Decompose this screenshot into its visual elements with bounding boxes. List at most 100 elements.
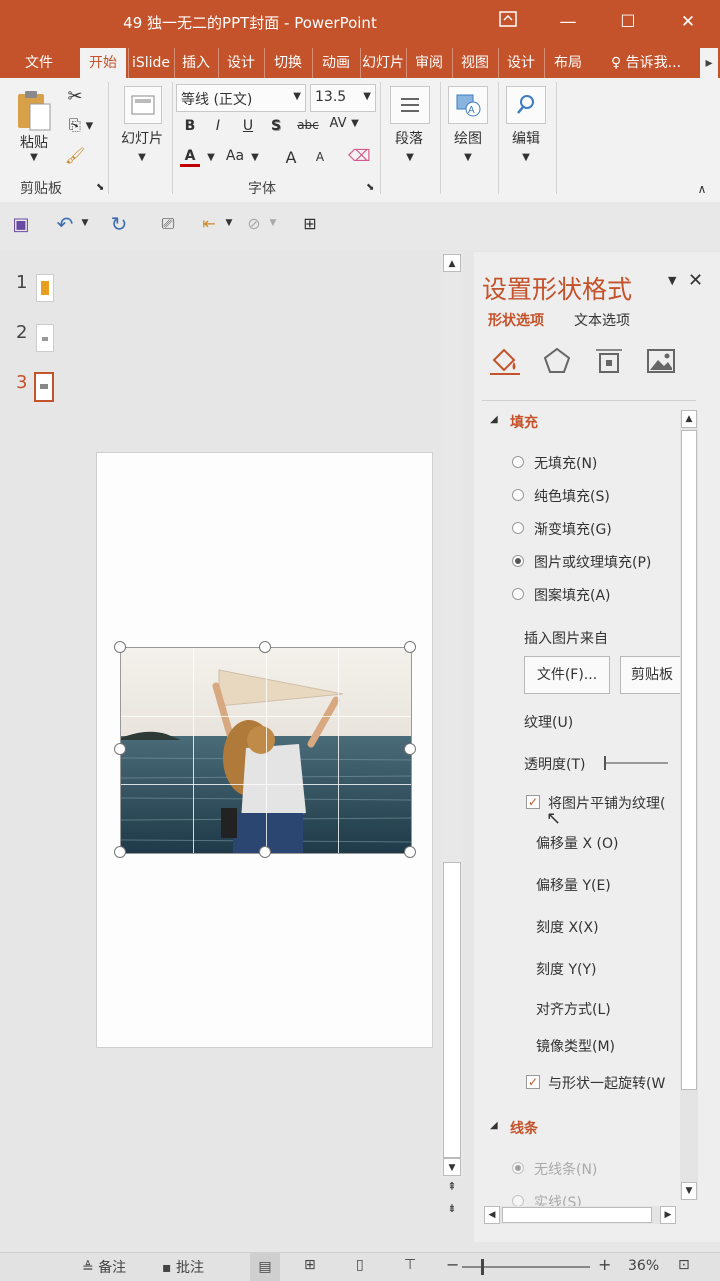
scroll-thumb[interactable] (502, 1207, 652, 1223)
ribbon-display-icon[interactable] (492, 8, 524, 36)
paragraph-label[interactable]: 段落 (386, 128, 432, 148)
previous-slide-icon[interactable]: ⇞ (443, 1180, 461, 1198)
new-slide-icon[interactable] (124, 86, 162, 124)
notes-button[interactable]: ≜ 备注 (82, 1257, 126, 1277)
resize-handle[interactable] (114, 846, 126, 858)
zoom-in-icon[interactable]: + (598, 1255, 611, 1274)
dialog-launcher-icon[interactable]: ⬊ (96, 182, 104, 193)
line-section-header[interactable]: 线条 (510, 1118, 538, 1138)
clipboard-button[interactable]: 剪贴板 (620, 656, 684, 694)
radio-picture-fill[interactable] (512, 555, 524, 567)
size-properties-icon[interactable] (594, 346, 624, 376)
rotate-with-shape-label[interactable]: 与形状一起旋转(W (548, 1073, 665, 1093)
editing-icon[interactable] (506, 86, 546, 124)
tab-file[interactable]: 文件 (10, 48, 68, 78)
chevron-down-icon[interactable]: ▼ (350, 118, 360, 129)
zoom-level[interactable]: 36% (628, 1258, 659, 1274)
scroll-thumb[interactable] (681, 430, 697, 1090)
shadow-button[interactable]: S (268, 118, 284, 134)
editor-scrollbar[interactable]: ▲ ▼ ⇞ ⇟ (441, 252, 463, 1215)
picture-icon[interactable] (646, 346, 676, 376)
close-icon[interactable]: ✕ (672, 8, 704, 36)
bold-button[interactable]: B (182, 118, 198, 134)
chevron-down-icon[interactable]: ▼ (520, 152, 532, 163)
chevron-down-icon[interactable]: ▼ (268, 218, 278, 228)
collapse-triangle-icon[interactable]: ◢ (490, 414, 498, 425)
font-color-button[interactable]: A (180, 148, 200, 167)
tab-text-options[interactable]: 文本选项 (574, 310, 630, 330)
radio-label[interactable]: 图案填充(A) (534, 585, 611, 605)
scroll-left-icon[interactable]: ◀ (484, 1206, 500, 1224)
font-name-select[interactable]: 等线 (正文) ▼ (176, 84, 306, 112)
slides-label[interactable]: 幻灯片 (114, 128, 170, 148)
tab-home[interactable]: 开始 (80, 48, 126, 78)
collapse-ribbon-icon[interactable]: ∧ (694, 182, 710, 196)
effects-pentagon-icon[interactable] (542, 346, 572, 376)
slideshow-view-icon[interactable]: ⊤ (404, 1257, 416, 1273)
file-button[interactable]: 文件(F)... (524, 656, 610, 694)
italic-button[interactable]: I (210, 118, 226, 134)
format-painter-icon[interactable]: ⇤ (198, 214, 220, 233)
slideshow-icon[interactable]: ⎚ (156, 214, 180, 234)
radio-solid-fill[interactable] (512, 489, 524, 501)
collapse-triangle-icon[interactable]: ◢ (490, 1120, 498, 1131)
strikethrough-button[interactable]: abc (294, 118, 322, 132)
character-spacing-button[interactable]: AV (326, 116, 350, 131)
radio-gradient-fill[interactable] (512, 522, 524, 534)
scroll-up-icon[interactable]: ▲ (443, 254, 461, 272)
radio-label[interactable]: 纯色填充(S) (534, 486, 610, 506)
normal-view-icon[interactable]: ▤ (250, 1253, 280, 1281)
resize-handle[interactable] (404, 641, 416, 653)
save-icon[interactable]: ▣ (10, 214, 32, 235)
chevron-down-icon[interactable]: ▼ (224, 218, 234, 228)
radio-label[interactable]: 无线条(N) (534, 1159, 597, 1179)
tab-islide[interactable]: iSlide (128, 48, 173, 78)
tab-view[interactable]: 视图 (452, 48, 497, 78)
chevron-down-icon[interactable]: ▼ (80, 218, 90, 228)
grow-font-button[interactable]: A (282, 148, 300, 167)
scroll-down-icon[interactable]: ▼ (681, 1182, 697, 1200)
scroll-down-icon[interactable]: ▼ (443, 1158, 461, 1176)
transparency-slider[interactable] (604, 762, 668, 764)
chevron-down-icon[interactable]: ▼ (28, 152, 40, 163)
tab-layout[interactable]: 布局 (544, 48, 591, 78)
pane-close-icon[interactable]: ✕ (688, 270, 703, 291)
pane-hscrollbar[interactable]: ◀ ▶ (484, 1206, 676, 1224)
resize-handle[interactable] (259, 846, 271, 858)
slide-thumbnail[interactable] (36, 324, 54, 352)
slide-sorter-icon[interactable]: ⊞ (304, 1257, 316, 1273)
next-slide-icon[interactable]: ⇟ (443, 1202, 461, 1220)
maximize-icon[interactable]: ☐ (612, 8, 644, 36)
chevron-down-icon[interactable]: ▼ (206, 152, 216, 163)
editing-label[interactable]: 编辑 (504, 128, 548, 148)
tab-review[interactable]: 审阅 (406, 48, 451, 78)
scroll-thumb[interactable] (443, 862, 461, 1158)
scroll-up-icon[interactable]: ▲ (681, 410, 697, 428)
radio-label[interactable]: 无填充(N) (534, 453, 597, 473)
picture-shape[interactable] (120, 647, 412, 854)
zoom-slider-thumb[interactable] (481, 1259, 484, 1275)
shrink-font-button[interactable]: A (312, 150, 328, 164)
tab-insert[interactable]: 插入 (174, 48, 217, 78)
font-size-select[interactable]: 13.5 ▼ (310, 84, 376, 112)
copy-icon[interactable]: ⎘ ▾ (64, 116, 98, 134)
radio-no-line[interactable] (512, 1162, 524, 1174)
paste-label[interactable]: 粘贴 (14, 132, 54, 152)
radio-no-fill[interactable] (512, 456, 524, 468)
ribbon-scroll-right[interactable]: ▸ (700, 48, 718, 78)
tab-transitions[interactable]: 切换 (264, 48, 311, 78)
fill-line-icon[interactable] (488, 346, 522, 376)
chevron-down-icon[interactable]: ▼ (462, 152, 474, 163)
chevron-down-icon[interactable]: ▼ (136, 152, 148, 163)
pane-scrollbar[interactable]: ▲ ▼ (680, 410, 698, 1200)
minimize-icon[interactable]: — (552, 8, 584, 36)
radio-label[interactable]: 渐变填充(G) (534, 519, 612, 539)
rotate-with-shape-checkbox[interactable]: ✓ (526, 1075, 540, 1089)
reading-view-icon[interactable]: ▯ (356, 1257, 364, 1273)
scroll-right-icon[interactable]: ▶ (660, 1206, 676, 1224)
format-painter-icon[interactable]: 🖌 (64, 146, 86, 165)
pane-options-chevron-icon[interactable]: ▼ (668, 274, 676, 287)
chevron-down-icon[interactable]: ▼ (250, 152, 260, 163)
underline-button[interactable]: U (240, 118, 256, 134)
tab-animations[interactable]: 动画 (312, 48, 359, 78)
